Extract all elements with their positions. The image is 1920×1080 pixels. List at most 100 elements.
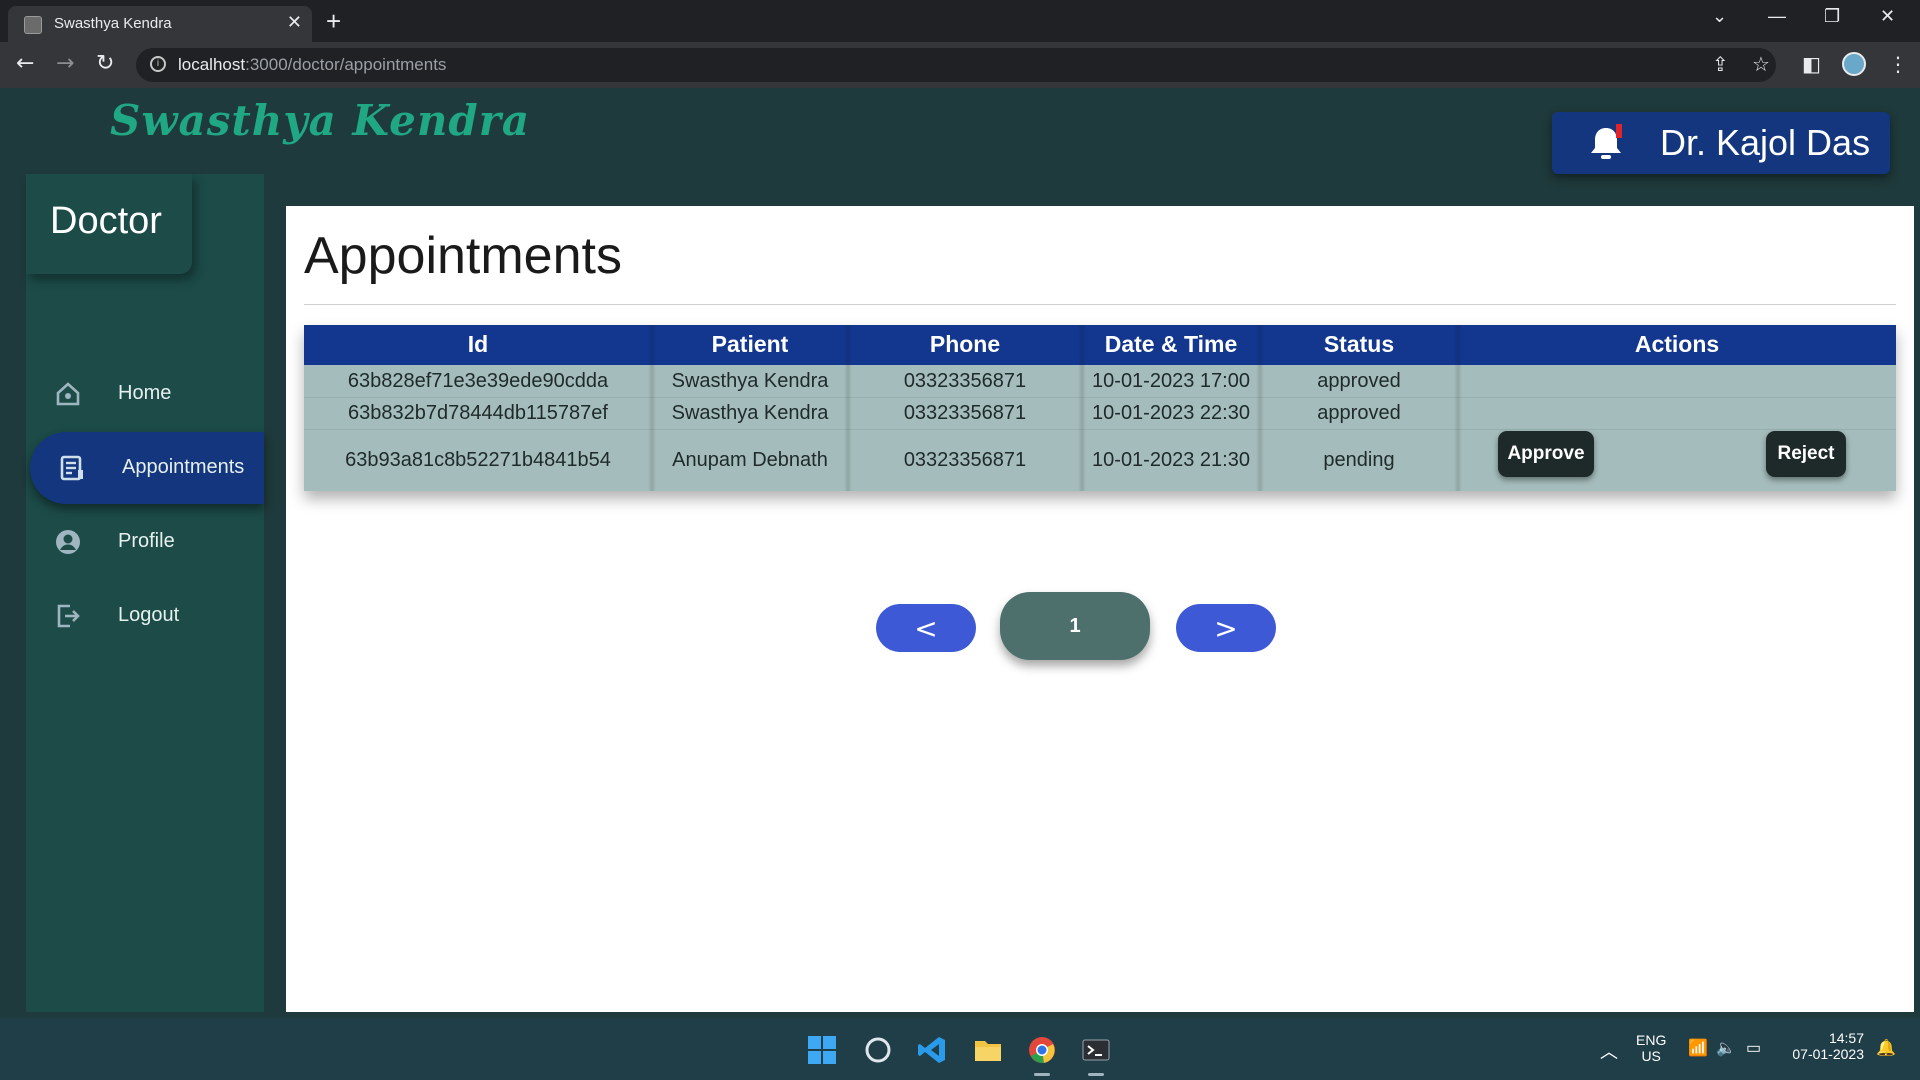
- approve-button[interactable]: Approve: [1498, 431, 1594, 477]
- column-header-actions: Actions: [1634, 331, 1720, 357]
- bookmark-star-icon[interactable]: ☆: [1752, 52, 1770, 76]
- cell-patient: Anupam Debnath: [672, 449, 828, 471]
- notification-icon[interactable]: 🔔: [1876, 1038, 1896, 1058]
- sidebar-item-label: Appointments: [122, 456, 245, 478]
- page-title: Appointments: [304, 227, 622, 285]
- chrome-icon[interactable]: [1022, 1030, 1062, 1076]
- cell-datetime: 10-01-2023 21:30: [1092, 449, 1250, 471]
- cell-id: 63b828ef71e3e39ede90cdda: [347, 369, 609, 392]
- cell-status: approved: [1317, 402, 1401, 424]
- cell-phone: 03323356871: [903, 369, 1027, 392]
- address-bar[interactable]: i localhost:3000/doctor/appointments: [136, 48, 1776, 82]
- table-header: Id Patient Phone Date & Time Status Acti…: [304, 325, 1896, 365]
- battery-icon[interactable]: ▭: [1746, 1038, 1761, 1058]
- wifi-icon[interactable]: 📶: [1688, 1038, 1708, 1058]
- share-icon[interactable]: ⇪: [1712, 52, 1729, 76]
- brand-logo[interactable]: Swasthya Kendra: [110, 96, 530, 145]
- cell-patient: Swasthya Kendra: [671, 369, 829, 392]
- column-header-phone: Phone: [929, 331, 1001, 357]
- bell-icon[interactable]: [1584, 122, 1628, 170]
- main-content: Appointments Id Patient Phone Date & Tim…: [286, 206, 1914, 1012]
- pagination-prev-button[interactable]: <: [876, 604, 976, 652]
- cell-phone: 03323356871: [903, 449, 1027, 471]
- divider: [304, 304, 1896, 305]
- column-header-status: Status: [1323, 331, 1395, 357]
- region-code: US: [1641, 1048, 1661, 1064]
- volume-icon[interactable]: 🔈: [1716, 1038, 1736, 1058]
- close-window-button[interactable]: ✕: [1880, 6, 1895, 27]
- sidebar-title-box: Doctor: [26, 174, 192, 274]
- column-divider: [844, 325, 852, 491]
- new-tab-button[interactable]: +: [326, 6, 341, 37]
- tab-search-icon[interactable]: ⌄: [1712, 6, 1727, 27]
- pagination-next-button[interactable]: >: [1176, 604, 1276, 652]
- document-icon: [58, 454, 86, 482]
- profile-avatar[interactable]: [1842, 52, 1866, 76]
- back-icon[interactable]: ←: [16, 51, 34, 76]
- cell-datetime: 10-01-2023 17:00: [1092, 369, 1250, 392]
- menu-kebab-icon[interactable]: ⋮: [1888, 52, 1908, 76]
- home-icon: [54, 380, 82, 408]
- minimize-button[interactable]: —: [1768, 6, 1786, 27]
- site-info-icon[interactable]: i: [150, 56, 166, 72]
- file-explorer-icon[interactable]: [968, 1030, 1008, 1070]
- windows-taskbar: ︿ ENG US 📶 🔈 ▭ 14:57 07-01-2023 🔔: [0, 1018, 1920, 1080]
- table-row: 63b828ef71e3e39ede90cdda Swasthya Kendra…: [304, 365, 1896, 397]
- column-divider: [648, 325, 656, 491]
- cell-id: 63b93a81c8b52271b4841b54: [345, 449, 611, 471]
- logout-icon: [54, 602, 82, 630]
- clock[interactable]: 14:57 07-01-2023: [1786, 1030, 1864, 1062]
- browser-tabbar: Swasthya Kendra ✕ + ⌄ — ❐ ✕: [0, 0, 1920, 42]
- cell-phone: 03323356871: [903, 402, 1027, 424]
- show-hidden-icons-icon[interactable]: ︿: [1600, 1038, 1618, 1064]
- user-icon: [54, 528, 82, 556]
- app-root: Swasthya Kendra Dr. Kajol Das Doctor Hom…: [0, 88, 1920, 1018]
- table-row: 63b832b7d78444db115787ef Swasthya Kendra…: [304, 397, 1896, 429]
- reload-icon[interactable]: ↻: [96, 51, 114, 76]
- sidebar-item-label: Home: [118, 382, 172, 404]
- column-divider: [1078, 325, 1086, 491]
- language-indicator[interactable]: ENG US: [1636, 1032, 1666, 1064]
- user-name: Dr. Kajol Das: [1660, 122, 1871, 163]
- sidebar-item-home[interactable]: Home: [26, 358, 264, 430]
- column-header-datetime: Date & Time: [1104, 331, 1238, 357]
- terminal-icon[interactable]: [1076, 1030, 1116, 1076]
- url-text: localhost:3000/doctor/appointments: [178, 55, 447, 74]
- tab-close-icon[interactable]: ✕: [287, 12, 302, 33]
- reject-button[interactable]: Reject: [1766, 431, 1846, 477]
- table-body: 63b828ef71e3e39ede90cdda Swasthya Kendra…: [304, 365, 1896, 491]
- side-panel-icon[interactable]: ◧: [1802, 52, 1821, 76]
- pagination-current-page[interactable]: 1: [1000, 592, 1150, 660]
- cell-status: pending: [1323, 449, 1395, 471]
- vscode-icon[interactable]: [912, 1030, 952, 1070]
- windows-start-icon[interactable]: [802, 1030, 842, 1070]
- sidebar-title: Doctor: [50, 200, 162, 242]
- clock-time: 14:57: [1828, 1030, 1864, 1046]
- sidebar-item-appointments[interactable]: Appointments: [30, 432, 264, 504]
- user-box[interactable]: Dr. Kajol Das: [1552, 112, 1890, 174]
- sidebar-item-label: Profile: [118, 530, 175, 552]
- language-code: ENG: [1636, 1032, 1667, 1048]
- browser-tab[interactable]: Swasthya Kendra ✕: [8, 6, 312, 42]
- clock-date: 07-01-2023: [1792, 1046, 1864, 1062]
- cell-id: 63b832b7d78444db115787ef: [348, 402, 608, 424]
- sidebar: Doctor Home Appointments Profile Logout: [26, 174, 264, 1012]
- table-row: 63b93a81c8b52271b4841b54 Anupam Debnath …: [304, 429, 1896, 491]
- favicon-icon: [24, 16, 42, 34]
- maximize-button[interactable]: ❐: [1824, 6, 1840, 27]
- sidebar-item-logout[interactable]: Logout: [26, 580, 264, 652]
- browser-toolbar: ← → ↻ i localhost:3000/doctor/appointmen…: [0, 42, 1920, 88]
- sidebar-item-profile[interactable]: Profile: [26, 506, 264, 578]
- column-divider: [1454, 325, 1462, 491]
- column-header-id: Id: [467, 331, 489, 357]
- cell-datetime: 10-01-2023 22:30: [1092, 402, 1250, 424]
- sidebar-item-label: Logout: [118, 604, 180, 626]
- tab-title: Swasthya Kendra: [54, 15, 172, 32]
- column-header-patient: Patient: [711, 331, 789, 357]
- cell-patient: Swasthya Kendra: [671, 402, 829, 424]
- column-divider: [1256, 325, 1264, 491]
- cortana-icon[interactable]: [858, 1030, 898, 1070]
- forward-icon[interactable]: →: [56, 51, 74, 76]
- cell-status: approved: [1317, 369, 1401, 392]
- appointments-table: Id Patient Phone Date & Time Status Acti…: [304, 325, 1896, 491]
